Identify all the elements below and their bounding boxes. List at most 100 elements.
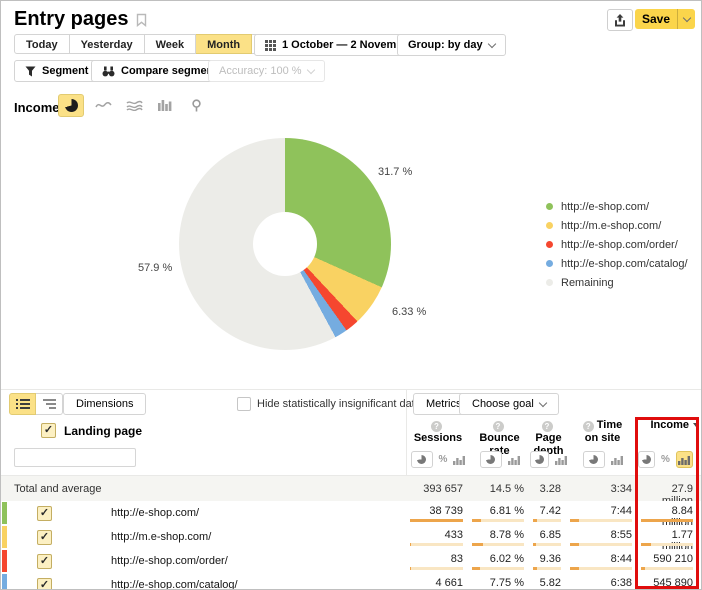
cell-bar-track [410, 519, 463, 522]
pie-chart-icon [65, 99, 78, 112]
chart-type-stacked-icon[interactable] [122, 95, 146, 116]
metric-column-time-on-site: ?Time on site [567, 419, 638, 445]
view-percent-button[interactable]: % [439, 454, 448, 465]
period-tab-week[interactable]: Week [145, 34, 197, 54]
cell-value: 545 890 [638, 573, 699, 589]
legend-item[interactable]: Remaining [546, 273, 688, 292]
cell-value: 4 661 [407, 573, 469, 589]
cell-bar-track [570, 543, 632, 546]
cell-value: 9.36 [530, 549, 567, 565]
view-pie-button[interactable] [530, 451, 549, 468]
metric-view-icons: % [407, 451, 469, 468]
chart-type-columns-icon[interactable] [153, 95, 177, 116]
chart-type-line-icon[interactable] [91, 95, 115, 116]
cell-value: 7.42 [530, 501, 567, 517]
row-cell: 6:38 [567, 573, 638, 590]
row-cell: 4 661 [407, 573, 469, 590]
tree-view-button[interactable] [36, 393, 63, 415]
row-checkbox[interactable]: ✓ [37, 530, 52, 545]
row-cell: 8.78 % [469, 525, 530, 549]
help-icon[interactable]: ? [431, 421, 442, 432]
export-icon [614, 14, 626, 27]
hide-insignificant-label: Hide statistically insignificant data [257, 398, 421, 410]
period-tab-today[interactable]: Today [14, 34, 70, 54]
chart-metric-label: Income [14, 100, 60, 115]
view-percent-button[interactable]: % [661, 454, 670, 465]
cell-value: 8:55 [567, 525, 638, 541]
cell-bar-fill [641, 519, 693, 522]
row-url-link[interactable]: http://e-shop.com/catalog/ [111, 579, 238, 590]
legend-label: Remaining [561, 277, 614, 289]
select-all-checkbox[interactable]: ✓ [41, 423, 56, 438]
legend-item[interactable]: http://m.e-shop.com/ [546, 216, 688, 235]
row-checkbox[interactable]: ✓ [37, 506, 52, 521]
row-cell: 6.02 % [469, 549, 530, 573]
row-url-link[interactable]: http://e-shop.com/ [111, 507, 199, 519]
url-filter-input[interactable] [14, 448, 136, 467]
column-header-label[interactable]: ?Sessions [407, 419, 469, 445]
period-tab-yesterday[interactable]: Yesterday [70, 34, 145, 54]
view-pie-button[interactable] [480, 451, 502, 468]
chart-type-map-icon[interactable] [184, 95, 208, 116]
chart-type-pie-icon[interactable] [58, 94, 84, 117]
cell-bar-fill [533, 567, 537, 570]
view-pie-button[interactable] [638, 451, 655, 468]
row-color-strip [2, 502, 7, 524]
view-pie-button[interactable] [583, 451, 605, 468]
cell-value: 7:44 [567, 501, 638, 517]
metric-view-icons [567, 451, 638, 468]
view-bars-button[interactable] [611, 455, 623, 465]
row-url-link[interactable]: http://e-shop.com/order/ [111, 555, 228, 567]
cell-bar-track [533, 567, 561, 570]
metric-column-sessions: ?Sessions% [407, 419, 469, 445]
list-view-button[interactable] [9, 393, 36, 415]
chevron-down-icon [682, 13, 690, 21]
save-button[interactable]: Save [635, 9, 677, 29]
total-cell: 14.5 % [469, 476, 530, 502]
hide-insignificant-checkbox[interactable] [237, 397, 251, 411]
export-button[interactable] [607, 9, 633, 31]
legend-item[interactable]: http://e-shop.com/ [546, 197, 688, 216]
view-pie-button[interactable] [411, 451, 433, 468]
row-checkbox[interactable]: ✓ [37, 554, 52, 569]
row-cell: 6.81 % [469, 501, 530, 525]
view-bars-button[interactable] [555, 455, 567, 465]
cell-value: 8:44 [567, 549, 638, 565]
help-icon[interactable]: ? [583, 421, 594, 432]
accuracy-dropdown[interactable]: Accuracy: 100 % [208, 60, 325, 82]
bookmark-icon[interactable] [136, 13, 147, 27]
choose-goal-dropdown[interactable]: Choose goal [459, 393, 559, 415]
save-dropdown-button[interactable] [677, 9, 695, 29]
row-cell: 9.36 [530, 549, 567, 573]
row-cell: 38 739 [407, 501, 469, 525]
help-icon[interactable]: ? [493, 421, 504, 432]
slice-label-eshop: 31.7 % [378, 166, 412, 178]
metric-view-icons [469, 451, 530, 468]
column-header-label[interactable]: ?Time on site [580, 419, 626, 445]
calendar-icon [265, 40, 276, 51]
column-header-label[interactable]: Income [638, 419, 702, 432]
cell-bar-fill [641, 567, 645, 570]
row-cell: 6.85 [530, 525, 567, 549]
period-tab-month[interactable]: Month [196, 34, 252, 54]
legend-item[interactable]: http://e-shop.com/catalog/ [546, 254, 688, 273]
row-url-link[interactable]: http://m.e-shop.com/ [111, 531, 211, 543]
metric-view-icons [530, 451, 567, 468]
total-value: 14.5 % [469, 476, 530, 495]
income-donut-chart[interactable] [179, 138, 391, 350]
group-by-dropdown[interactable]: Group: by day [397, 34, 506, 56]
help-icon[interactable]: ? [542, 421, 553, 432]
view-bars-button[interactable] [453, 455, 465, 465]
legend-item[interactable]: http://e-shop.com/order/ [546, 235, 688, 254]
dimensions-button[interactable]: Dimensions [63, 393, 146, 415]
view-bars-button[interactable] [508, 455, 520, 465]
cell-bar-track [410, 543, 463, 546]
cell-value: 38 739 [407, 501, 469, 517]
segment-text: Segment [42, 65, 88, 77]
row-checkbox[interactable]: ✓ [37, 578, 52, 590]
cell-bar-track [570, 519, 632, 522]
legend-label: http://e-shop.com/catalog/ [561, 258, 688, 270]
legend-dot [546, 222, 553, 229]
cell-bar-track [533, 543, 561, 546]
view-bars-button[interactable] [676, 451, 693, 468]
